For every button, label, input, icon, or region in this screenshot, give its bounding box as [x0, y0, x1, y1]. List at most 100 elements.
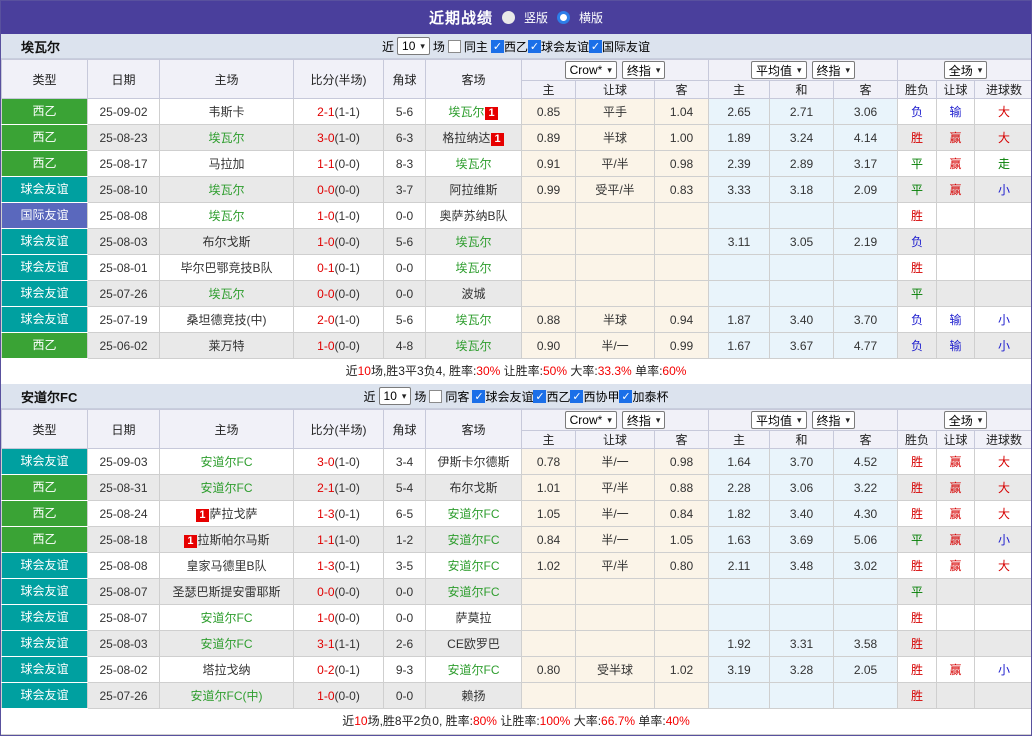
final-odds-select[interactable]: 终指 ▾: [621, 61, 666, 79]
avg-away: [833, 202, 899, 229]
result-handicap: 输: [936, 98, 976, 125]
team-name-cell: 韦斯卡: [208, 105, 245, 119]
chevron-down-icon: ▾: [845, 64, 851, 75]
col-odds-home: 主: [521, 80, 576, 99]
odds-away: 1.00: [653, 124, 710, 151]
col-score: 比分(半场): [293, 59, 384, 99]
halftime-score: (1-0): [334, 312, 360, 327]
odds-home: 1.02: [521, 552, 576, 579]
chevron-down-icon: ▾: [977, 64, 983, 75]
match-row: 球会友谊 25-09-03 安道尔FC 3-0(1-0) 3-4 伊斯卡尔德斯 0.78 半/…: [1, 448, 1031, 475]
fulltime-score: 3-0: [317, 130, 335, 145]
match-type-badge: 球会友谊: [2, 449, 87, 474]
average-select[interactable]: 平均值 ▾: [750, 61, 807, 79]
match-type-cell: 西乙: [1, 332, 88, 359]
chevron-down-icon: ▾: [797, 64, 802, 75]
result-goals: 大: [974, 448, 1031, 475]
league-checkbox[interactable]: ✓: [527, 39, 541, 53]
league-label: 球会友谊: [485, 389, 534, 404]
score-cell: 2-1(1-1): [293, 98, 384, 125]
result-handicap: 赢: [936, 526, 976, 553]
recent-count-select[interactable]: 10 ▾: [397, 37, 430, 55]
vertical-layout-radio[interactable]: [501, 11, 515, 24]
corner-count: 3-7: [383, 176, 426, 203]
league-checkbox[interactable]: ✓: [490, 39, 504, 53]
odds-away: 0.94: [653, 306, 710, 333]
odds-handicap: 平手: [575, 98, 655, 125]
final-odds-select-2[interactable]: 终指 ▾: [811, 411, 856, 429]
home-team-cell: 埃瓦尔: [159, 124, 294, 151]
fulltime-score: 2-1: [317, 104, 335, 119]
league-checkbox[interactable]: ✓: [533, 389, 547, 403]
score-cell: 0-1(0-1): [293, 254, 384, 281]
summary-text: 近: [342, 714, 355, 728]
avg-away: [833, 682, 899, 709]
team-name-cell: 圣瑟巴斯提安雷耶斯: [172, 585, 281, 599]
match-row: 西乙 25-06-02 莱万特 1-0(0-0) 4-8 埃瓦尔 0.90 半/一 0.99 1.…: [1, 332, 1031, 359]
score-cell: 2-1(1-0): [293, 474, 384, 501]
final-odds-select[interactable]: 终指 ▾: [621, 411, 666, 429]
provider-select[interactable]: Crow* ▾: [564, 61, 617, 79]
avg-home: 1.64: [708, 448, 771, 475]
avg-home: 1.63: [708, 526, 771, 553]
team-name-cell: 莱万特: [208, 339, 245, 353]
match-date: 25-08-08: [87, 552, 160, 579]
col-avg-away: 客: [833, 80, 899, 99]
result-goals: 大: [974, 98, 1031, 125]
result-goals: [974, 630, 1031, 657]
odds-home: [521, 280, 576, 307]
league-checkbox[interactable]: ✓: [472, 389, 486, 403]
chevron-down-icon: ▾: [607, 64, 612, 75]
near-label: 近: [382, 39, 395, 54]
odds-away: [653, 604, 710, 631]
fulltime-score: 1-1: [317, 156, 335, 171]
same-venue-checkbox[interactable]: [429, 389, 443, 403]
match-row: 球会友谊 25-07-19 桑坦德竞技(中) 2-0(1-0) 5-6 埃瓦尔 0.88 半球…: [1, 306, 1031, 333]
final-odds-select-2[interactable]: 终指 ▾: [811, 61, 856, 79]
near-label: 近: [363, 389, 376, 404]
avg-draw: 3.40: [769, 306, 835, 333]
home-team-cell: 圣瑟巴斯提安雷耶斯: [159, 578, 294, 605]
provider-select[interactable]: Crow* ▾: [564, 411, 617, 429]
average-select[interactable]: 平均值 ▾: [750, 411, 807, 429]
fulltime-select[interactable]: 全场 ▾: [943, 61, 988, 79]
col-odds-handicap: 让球: [575, 80, 655, 99]
recent-count-select[interactable]: 10 ▾: [378, 387, 412, 405]
odds-away: 0.83: [653, 176, 710, 203]
odds-home: [521, 604, 576, 631]
league-label: 西乙: [503, 39, 528, 54]
avg-draw: 3.69: [769, 526, 835, 553]
home-team-cell: 韦斯卡: [159, 98, 294, 125]
league-checkbox[interactable]: ✓: [588, 39, 602, 53]
odds-away: 0.84: [653, 500, 710, 527]
horizontal-layout-radio[interactable]: [557, 11, 570, 24]
league-checkbox[interactable]: ✓: [570, 389, 584, 403]
away-team-cell: 安道尔FC: [425, 526, 522, 553]
fulltime-score: 1-3: [317, 506, 335, 521]
home-team-cell: 1 拉斯帕尔马斯: [159, 526, 294, 553]
match-date: 25-08-03: [87, 630, 160, 657]
odds-home: 0.90: [521, 332, 576, 359]
result-goals: 走: [974, 150, 1031, 177]
fulltime-select[interactable]: 全场 ▾: [943, 411, 988, 429]
summary-text: 60%: [662, 364, 687, 378]
result-goals: [974, 682, 1031, 709]
result-wdl: 胜: [897, 500, 938, 527]
team-name-cell: 阿拉维斯: [449, 183, 498, 197]
same-venue-checkbox[interactable]: [447, 39, 461, 53]
fulltime-score: 2-1: [317, 480, 335, 495]
avg-home: 1.82: [708, 500, 771, 527]
corner-count: 0-0: [383, 254, 426, 281]
avg-away: [833, 280, 899, 307]
halftime-score: (0-0): [334, 338, 360, 353]
match-type-badge: 西乙: [2, 333, 87, 358]
odds-away: 1.05: [653, 526, 710, 553]
score-cell: 0-0(0-0): [293, 280, 384, 307]
league-checkbox[interactable]: ✓: [619, 389, 633, 403]
avg-away: [833, 254, 899, 281]
col-wdl: 胜负: [897, 80, 938, 99]
result-handicap: [936, 604, 976, 631]
match-row: 西乙 25-08-23 埃瓦尔 3-0(1-0) 6-3 格拉纳达 1 0.89 半球 1.00 1…: [1, 124, 1031, 151]
result-goals: 小: [974, 176, 1031, 203]
odds-home: [521, 202, 576, 229]
